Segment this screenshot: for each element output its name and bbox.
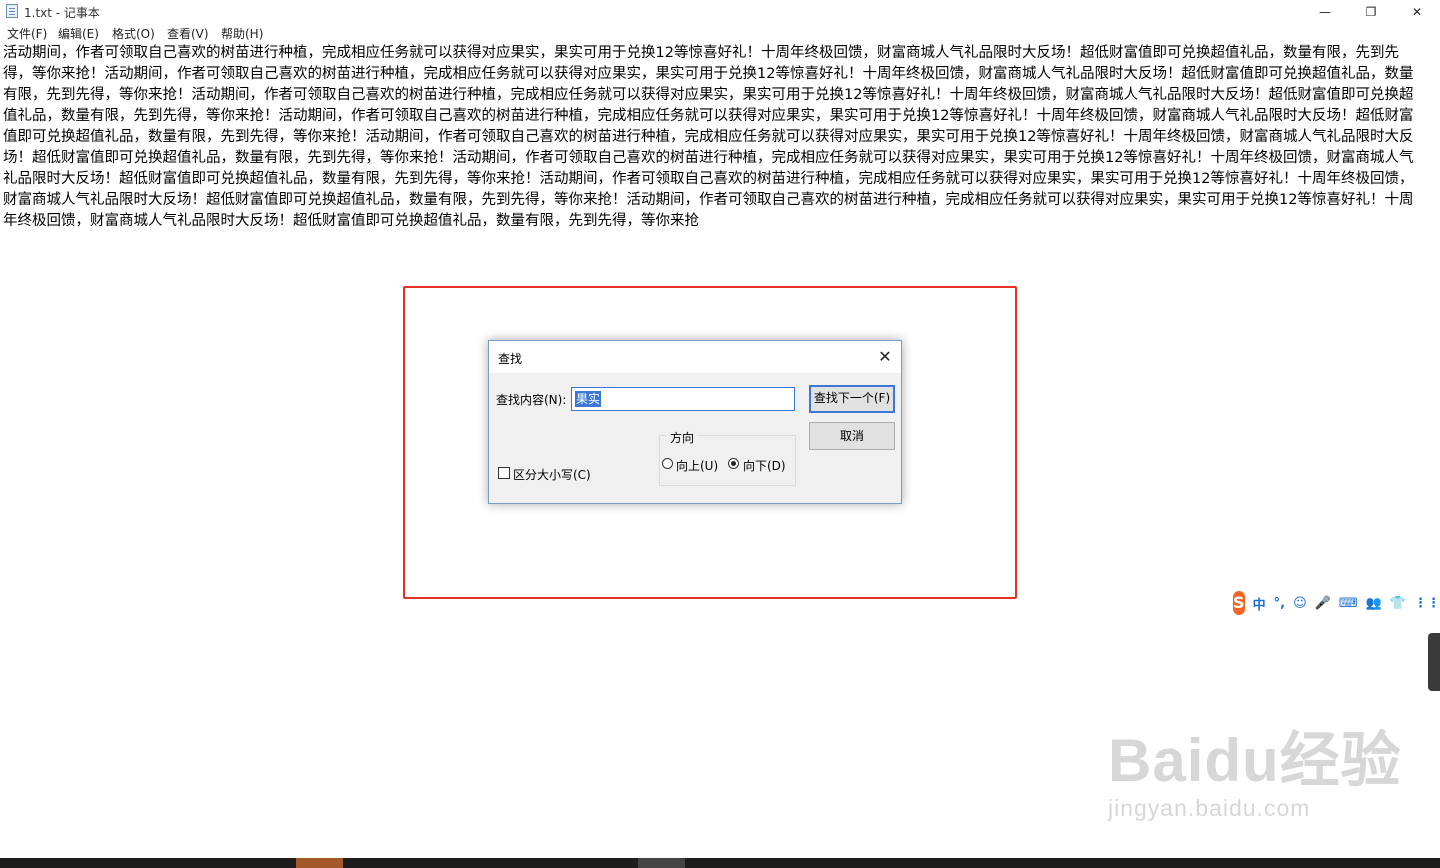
menu-format[interactable]: 格式(O): [112, 25, 155, 42]
watermark-sub: jingyan.baidu.com: [1108, 795, 1311, 821]
menu-edit[interactable]: 编辑(E): [58, 25, 99, 42]
ime-chinese-mode[interactable]: 中: [1253, 594, 1266, 613]
ime-keyboard-icon[interactable]: ⌨: [1339, 596, 1358, 611]
title-bar: 1.txt - 记事本 — ❐ ✕: [0, 0, 1440, 23]
find-dialog: 查找 ✕ 查找内容(N): 果实 查找下一个(F) 取消 方向 向上(U) 向下…: [488, 340, 902, 504]
sogou-logo-icon[interactable]: S: [1233, 591, 1245, 615]
radio-up-label[interactable]: 向上(U): [676, 457, 718, 474]
notepad-icon: [6, 4, 18, 18]
find-label: 查找内容(N):: [496, 393, 567, 407]
taskbar-app[interactable]: [638, 858, 685, 868]
ime-punctuation-icon[interactable]: °,: [1274, 596, 1285, 611]
restore-button[interactable]: ❐: [1348, 0, 1394, 23]
match-case-checkbox[interactable]: [498, 467, 510, 479]
menu-view[interactable]: 查看(V): [167, 25, 209, 42]
vertical-scrollbar[interactable]: [1422, 43, 1440, 855]
direction-label: 方向: [667, 429, 698, 446]
radio-up[interactable]: [662, 458, 673, 469]
window-title: 1.txt - 记事本: [24, 6, 100, 20]
menu-bar: 文件(F) 编辑(E) 格式(O) 查看(V) 帮助(H): [0, 23, 1440, 42]
radio-down[interactable]: [728, 458, 739, 469]
watermark-main: Baidu经验: [1108, 727, 1402, 794]
ime-skin-icon[interactable]: 👕: [1390, 596, 1406, 611]
cancel-button[interactable]: 取消: [809, 422, 895, 450]
taskbar: [0, 858, 1440, 868]
match-case-label[interactable]: 区分大小写(C): [513, 466, 591, 483]
close-window-button[interactable]: ✕: [1394, 0, 1440, 23]
ime-voice-icon[interactable]: 🎤: [1315, 596, 1331, 611]
ime-toolbar: S 中 °, ☺ 🎤 ⌨ 👥 👕 ⋮⋮: [1233, 590, 1440, 616]
side-widget[interactable]: [1428, 633, 1440, 691]
menu-help[interactable]: 帮助(H): [221, 25, 263, 42]
ime-tools-icon[interactable]: ⋮⋮: [1414, 596, 1440, 611]
taskbar-app-active[interactable]: [296, 858, 343, 868]
baidu-watermark: Baidu经验 jingyan.baidu.com: [1108, 712, 1402, 822]
ime-emoji-icon[interactable]: ☺: [1293, 596, 1307, 611]
dialog-title: 查找: [498, 352, 523, 366]
dialog-title-bar: 查找 ✕: [489, 341, 901, 373]
find-input-value: 果实: [575, 391, 602, 407]
find-next-button[interactable]: 查找下一个(F): [809, 385, 895, 413]
minimize-button[interactable]: —: [1302, 0, 1348, 23]
dialog-close-icon[interactable]: ✕: [875, 347, 895, 367]
radio-down-label[interactable]: 向下(D): [743, 457, 786, 474]
menu-file[interactable]: 文件(F): [7, 25, 47, 42]
ime-users-icon[interactable]: 👥: [1366, 596, 1382, 611]
find-input[interactable]: 果实: [571, 387, 795, 411]
